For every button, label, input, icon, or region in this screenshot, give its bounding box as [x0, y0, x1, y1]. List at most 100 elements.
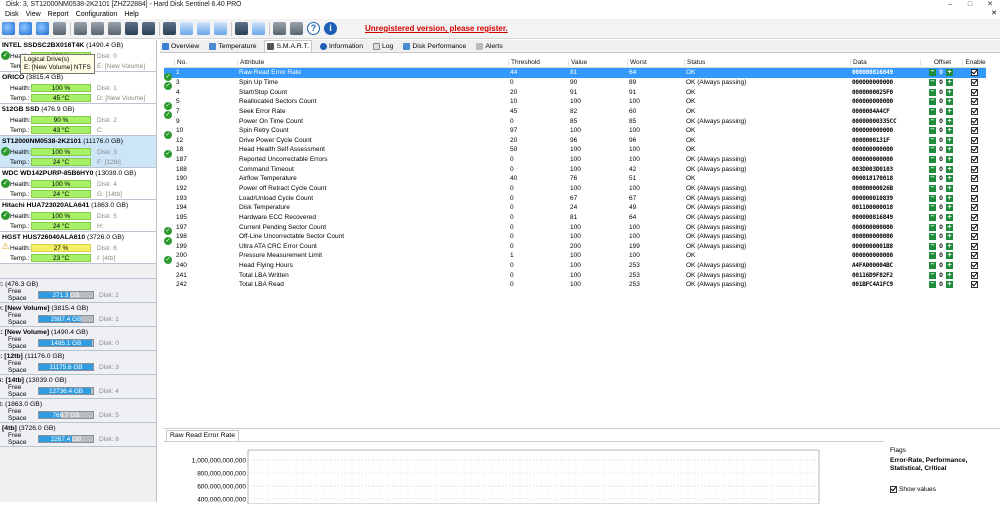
enable-checkbox[interactable] — [970, 281, 978, 289]
table-row[interactable]: 192 Power off Retract Cycle Count 0 100 100 O… — [164, 184, 986, 194]
show-values-checkbox[interactable] — [890, 486, 897, 493]
sync-icon[interactable] — [36, 22, 49, 35]
offset-decrease-button[interactable]: – — [929, 271, 936, 279]
table-row[interactable]: 190 Airflow Temperature 40 76 51 OK 0000181700… — [164, 174, 986, 184]
table-row[interactable]: 195 Hardware ECC Recovered 0 81 64 OK (Always… — [164, 213, 986, 223]
info-icon[interactable]: i — [324, 22, 337, 35]
enable-checkbox[interactable] — [970, 78, 978, 86]
close-button[interactable]: ✕ — [980, 0, 1000, 9]
offset-increase-button[interactable]: + — [946, 271, 953, 279]
disk-item[interactable]: HGST HUS726040ALA610 (3726.0 GB) ⚠ Health:… — [0, 232, 156, 264]
volume-item[interactable]: H: (1863.0 GB)Free Space 766.7 GB Disk: 5 — [0, 399, 156, 423]
enable-checkbox[interactable] — [970, 117, 978, 125]
unregistered-link[interactable]: Unregistered version, please register. — [365, 24, 508, 33]
enable-checkbox[interactable] — [970, 252, 978, 260]
offset-decrease-button[interactable]: – — [929, 232, 936, 241]
offset-increase-button[interactable]: + — [946, 117, 953, 125]
maximize-button[interactable]: □ — [960, 0, 980, 9]
offset-decrease-button[interactable]: – — [929, 242, 936, 250]
header-value[interactable]: Value — [568, 59, 627, 66]
offset-decrease-button[interactable]: – — [929, 194, 936, 202]
offset-decrease-button[interactable]: – — [929, 97, 936, 106]
tab-alerts[interactable]: Alerts — [474, 40, 504, 52]
table-row[interactable]: 188 Command Timeout 0 100 42 OK (Always passi… — [164, 164, 986, 174]
table-row[interactable]: ✓ 197 Current Pending Sector Count 0 100 100 O… — [164, 222, 986, 236]
offset-decrease-button[interactable]: – — [929, 280, 936, 289]
offset-increase-button[interactable]: + — [946, 156, 953, 164]
offset-decrease-button[interactable]: – — [929, 88, 936, 96]
enable-checkbox[interactable] — [970, 233, 978, 241]
offset-increase-button[interactable]: + — [946, 223, 953, 231]
volume-item[interactable]: F: [12tb] (11176.0 GB)Free Space 11175.6 … — [0, 351, 156, 375]
enable-checkbox[interactable] — [970, 223, 978, 231]
volume-item[interactable]: D: [New Volume] (3815.4 GB) Free Space 298… — [0, 303, 156, 327]
table-row[interactable]: ✓ 1 Raw Read Error Rate 44 81 64 OK 00000081684… — [164, 68, 986, 81]
drive-test-icon[interactable] — [91, 22, 104, 35]
disk-item[interactable]: ORICO (3815.4 GB) Health: 100 % Disk: 1 Temp… — [0, 72, 156, 104]
header-threshold[interactable]: Threshold — [508, 59, 568, 66]
header-worst[interactable]: Worst — [627, 59, 684, 66]
enable-checkbox[interactable] — [970, 136, 978, 144]
table-row[interactable]: 9 Power On Time Count 0 85 85 OK (Always pass… — [164, 116, 986, 126]
extended-test-icon[interactable] — [142, 22, 155, 35]
offset-decrease-button[interactable]: – — [929, 184, 936, 192]
offset-increase-button[interactable]: + — [946, 136, 953, 144]
document-icon[interactable] — [235, 22, 248, 35]
send-icon[interactable] — [214, 22, 227, 35]
enable-checkbox[interactable] — [970, 242, 978, 250]
short-test-icon[interactable] — [125, 22, 138, 35]
table-row[interactable]: 199 Ultra ATA CRC Error Count 0 200 199 OK (A… — [164, 242, 986, 252]
offset-increase-button[interactable]: + — [946, 107, 953, 115]
offset-increase-button[interactable]: + — [946, 281, 953, 289]
table-row[interactable]: ✓ 7 Seek Error Rate 45 82 60 OK 0000084A4CF –0 + — [164, 107, 986, 120]
offset-decrease-button[interactable]: – — [929, 213, 936, 221]
table-row[interactable]: ✓ 5 Reallocated Sectors Count 10 100 100 OK 000… — [164, 97, 986, 110]
offset-decrease-button[interactable]: – — [929, 165, 936, 173]
tab-smart[interactable]: S.M.A.R.T. — [264, 40, 312, 52]
table-row[interactable]: 240 Head Flying Hours 0 100 253 OK (Always pa… — [164, 261, 986, 271]
refresh-icon[interactable] — [2, 22, 15, 35]
table-row[interactable]: 12 Drive Power Cycle Count 20 96 96 OK 0000000… — [164, 135, 986, 145]
offset-increase-button[interactable]: + — [946, 69, 953, 77]
enable-checkbox[interactable] — [970, 146, 978, 154]
offset-decrease-button[interactable]: – — [929, 126, 936, 135]
enable-checkbox[interactable] — [970, 127, 978, 135]
table-row[interactable]: 4 Start/Stop Count 20 91 91 OK 0000000025F0 –0 + — [164, 87, 986, 97]
disk-item[interactable]: Hitachi HUA723020ALA641 (1863.0 GB) ✓ Heal… — [0, 200, 156, 232]
table-row[interactable]: ✓ 10 Spin Retry Count 97 100 100 OK 00000000000… — [164, 126, 986, 139]
refresh-all-icon[interactable] — [19, 22, 32, 35]
email-icon[interactable] — [197, 22, 210, 35]
tab-information[interactable]: Information — [318, 40, 365, 52]
table-row[interactable]: 193 Load/Unload Cycle Count 0 67 67 OK (Alway… — [164, 193, 986, 203]
tab-log[interactable]: Log — [371, 40, 395, 52]
surface-test-icon[interactable] — [74, 22, 87, 35]
save-icon[interactable] — [252, 22, 265, 35]
offset-increase-button[interactable]: + — [946, 88, 953, 96]
offset-decrease-button[interactable]: – — [929, 78, 936, 86]
enable-checkbox[interactable] — [970, 165, 978, 173]
tab-disk-performance[interactable]: Disk Performance — [401, 40, 468, 52]
enable-checkbox[interactable] — [970, 204, 978, 212]
enable-checkbox[interactable] — [970, 271, 978, 279]
graph-tab[interactable]: Raw Read Error Rate — [166, 430, 239, 441]
header-enable[interactable]: Enable — [962, 59, 986, 66]
table-row[interactable]: 194 Disk Temperature 0 24 49 OK (Always passi… — [164, 203, 986, 213]
menu-help[interactable]: Help — [124, 11, 138, 18]
enable-checkbox[interactable] — [970, 98, 978, 106]
volume-item[interactable]: E: [New Volume] (1490.4 GB) Free Space 148… — [0, 327, 156, 351]
enable-checkbox[interactable] — [970, 185, 978, 192]
enable-checkbox[interactable] — [970, 88, 978, 96]
table-row[interactable]: ✓ 200 Pressure Measurement Limit 1 100 100 OK 0… — [164, 251, 986, 264]
table-row[interactable]: ✓ 198 Off-Line Uncorrectable Sector Count 0… — [164, 232, 986, 245]
offset-increase-button[interactable]: + — [946, 185, 953, 192]
show-values-option[interactable]: Show values — [890, 486, 936, 493]
offset-decrease-button[interactable]: – — [929, 223, 936, 231]
disk-item[interactable]: 512GB SSD (476.9 GB) Health: 90 % Disk: 2 Te… — [0, 104, 156, 136]
print-icon[interactable] — [163, 22, 176, 35]
offset-increase-button[interactable]: + — [946, 213, 953, 221]
offset-increase-button[interactable]: + — [946, 204, 953, 212]
offset-increase-button[interactable]: + — [946, 78, 953, 86]
offset-increase-button[interactable]: + — [946, 127, 953, 135]
offset-decrease-button[interactable]: – — [929, 107, 936, 115]
menu-view[interactable]: View — [26, 11, 41, 18]
